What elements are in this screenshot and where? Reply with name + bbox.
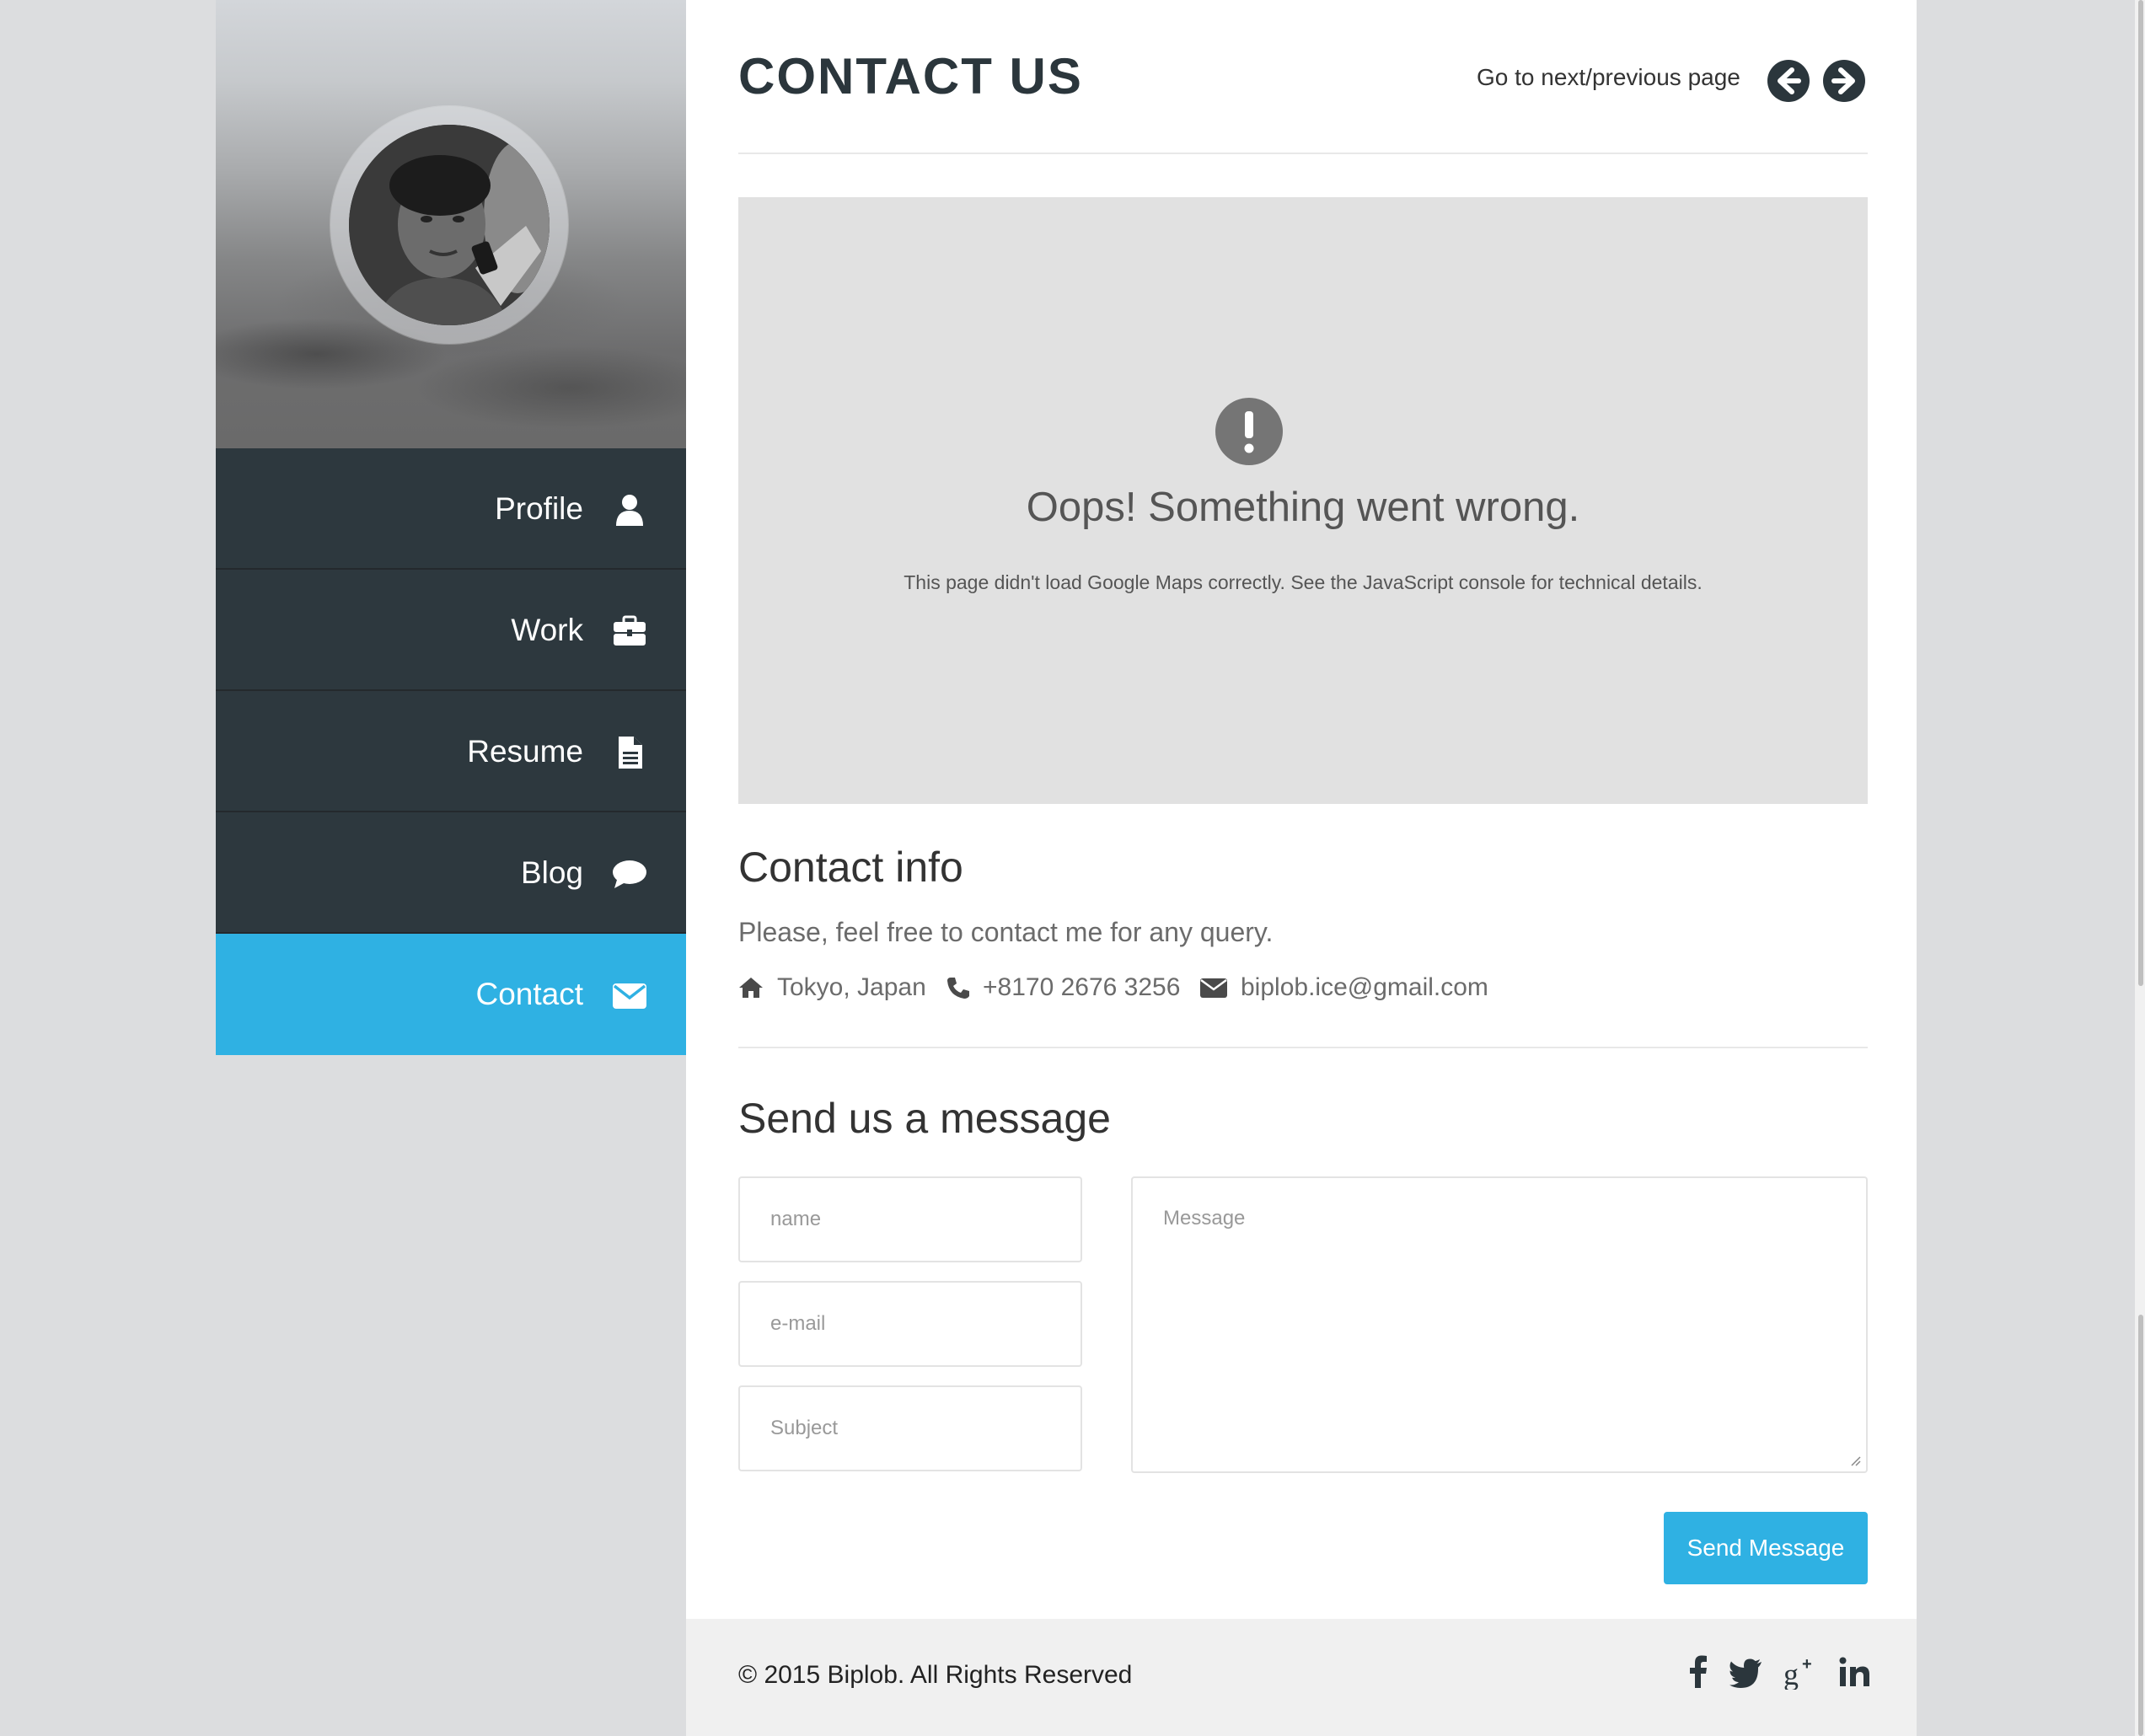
google-plus-icon[interactable]: g + [1783,1654,1819,1690]
comment-icon [612,856,647,892]
scrollbar-thumb-secondary[interactable] [2138,1315,2143,1736]
message-placeholder: Message [1163,1207,1246,1230]
subject-field[interactable]: Subject [738,1385,1082,1471]
sidebar-item-label: Work [511,613,583,647]
email-field-placeholder: e-mail [770,1312,826,1335]
briefcase-icon [612,613,647,649]
arrow-right-circle-icon [1822,59,1866,103]
subject-field-placeholder: Subject [770,1417,839,1439]
page-nav-hint: Go to next/previous page [1477,64,1740,90]
user-icon [612,492,647,528]
email-field[interactable]: e-mail [738,1281,1082,1367]
copyright-text: © 2015 Biplob. All Rights Reserved [738,1661,1133,1689]
previous-page-button[interactable] [1767,59,1810,103]
facebook-icon[interactable] [1681,1654,1716,1690]
main-content: CONTACT US Go to next/previous page Oops… [686,0,1917,1619]
name-field-placeholder: name [770,1208,822,1230]
phone-icon [946,976,971,999]
sidebar-hero-background [216,0,686,448]
sidebar: Profile Work Resume Blog Contact [216,0,686,1056]
send-message-button[interactable]: Send Message [1664,1512,1868,1584]
sidebar-item-label: Contact [475,977,583,1011]
sidebar-item-label: Profile [495,491,583,526]
sidebar-item-contact[interactable]: Contact [216,934,686,1055]
sidebar-item-resume[interactable]: Resume [216,691,686,812]
contact-location-text: Tokyo, Japan [777,973,926,1001]
sidebar-item-work[interactable]: Work [216,570,686,691]
contact-phone: +8170 2676 3256 [946,971,1182,1005]
contact-phone-text: +8170 2676 3256 [983,973,1181,1001]
sidebar-item-label: Blog [520,855,583,890]
linkedin-icon[interactable] [1837,1654,1873,1690]
contact-email-text[interactable]: biplob.ice@gmail.com [1241,971,1488,1005]
contact-email: biplob.ice@gmail.com [1200,971,1520,1005]
next-page-button[interactable] [1822,59,1866,103]
message-textarea[interactable]: Message [1131,1176,1868,1473]
section-divider [738,1047,1868,1048]
map-error-detail: This page didn't load Google Maps correc… [904,571,1703,593]
envelope-icon [612,978,647,1013]
message-form-heading: Send us a message [738,1095,1111,1142]
scrollbar-thumb[interactable] [2138,0,2143,986]
sidebar-item-label: Resume [467,734,583,769]
page-title: CONTACT US [738,48,1083,104]
map-container[interactable]: Oops! Something went wrong. This page di… [738,197,1868,804]
arrow-left-circle-icon [1767,59,1810,103]
twitter-icon[interactable] [1728,1654,1763,1690]
sidebar-item-profile[interactable]: Profile [216,448,686,570]
exclamation-circle-icon [1215,398,1283,465]
sidebar-item-blog[interactable]: Blog [216,812,686,934]
envelope-icon [1200,976,1227,999]
svg-text:+: + [1802,1655,1812,1674]
header-divider [738,153,1868,154]
home-icon [738,976,764,999]
name-field[interactable]: name [738,1176,1082,1262]
contact-location: Tokyo, Japan [738,971,932,1005]
avatar [349,125,550,325]
resize-grip-icon[interactable] [1849,1455,1861,1466]
svg-text:g: g [1783,1658,1799,1690]
map-error-title: Oops! Something went wrong. [1026,485,1580,530]
contact-info-heading: Contact info [738,844,963,891]
document-icon [612,735,647,770]
contact-intro-text: Please, feel free to contact me for any … [738,917,1274,947]
footer: © 2015 Biplob. All Rights Reserved g + [686,1619,1917,1736]
